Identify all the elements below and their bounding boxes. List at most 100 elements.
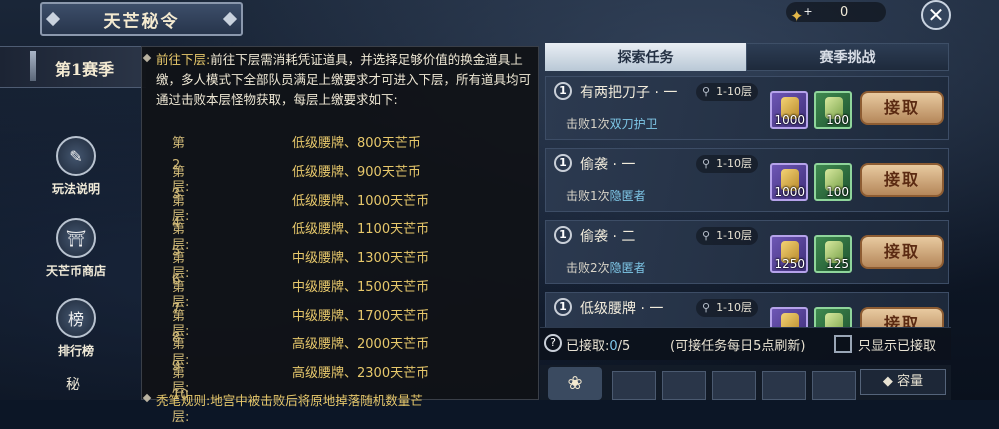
reward-item-token[interactable]: 125 [814, 235, 852, 273]
task-level: 1-10层 [716, 157, 753, 170]
sidebar-item-shop[interactable]: ⛩ 天芒币商店 [36, 218, 116, 279]
sidebar-item-ranking[interactable]: 榜 排行榜 [36, 298, 116, 359]
location-pin-icon: ⚲ [702, 85, 711, 98]
reward-item-coin[interactable] [770, 307, 808, 327]
close-button[interactable]: ✕ [921, 0, 951, 30]
task-level-badge: ⚲ 1-10层 [696, 227, 759, 245]
inventory-slot[interactable] [662, 371, 706, 400]
page-title: 天芒秘令 [40, 2, 243, 36]
floor-requirement: 低级腰牌、900天芒币 [292, 165, 421, 180]
tooltip-intro-text: 前往下层需消耗凭证道具，并选择足够价值的换金道具上缴，多人模式下全部队员满足上缴… [156, 52, 532, 107]
task-number-icon: 1 [554, 82, 572, 100]
task-card: 1 偷袭 · 二 ⚲ 1-10层 击败2次隐匿者 1250 125 接取 [545, 220, 949, 284]
reward-item-token[interactable]: 100 [814, 91, 852, 129]
accept-button[interactable]: 接取 [860, 235, 944, 269]
floor-requirement: 低级腰牌、1000天芒币 [292, 194, 430, 209]
task-card: 1 低级腰牌 · 一 ⚲ 1-10层 接取 [545, 292, 949, 328]
task-number-icon: 1 [554, 154, 572, 172]
inventory-bar: ❀ ◆ 容量 [540, 365, 951, 400]
task-number-icon: 1 [554, 226, 572, 244]
tooltip-description: 前往下层:前往下层需消耗凭证道具，并选择足够价值的换金道具上缴，多人模式下全部队… [156, 50, 534, 110]
capacity-label: 容量 [897, 374, 924, 389]
location-pin-icon: ⚲ [702, 157, 711, 170]
location-pin-icon: ⚲ [702, 229, 711, 242]
floor-requirement: 高级腰牌、2000天芒币 [292, 337, 430, 352]
help-icon[interactable]: ? [544, 334, 562, 352]
reward-quantity: 100 [826, 185, 849, 199]
inventory-slot[interactable] [612, 371, 656, 400]
bullet-icon [142, 393, 152, 403]
tab-season-challenge[interactable]: 赛季挑战 [746, 43, 949, 71]
coin-reward-icon [781, 313, 799, 327]
season-banner: 第1赛季 [0, 46, 146, 88]
inventory-slot[interactable] [812, 371, 856, 400]
task-name: 偷袭 · 二 [580, 229, 636, 245]
task-name: 有两把刀子 · 一 [580, 85, 678, 101]
reward-item-token[interactable]: 100 [814, 163, 852, 201]
season-label: 第1赛季 [55, 60, 115, 79]
task-name: 低级腰牌 · 一 [580, 301, 664, 317]
task-level: 1-10层 [716, 229, 753, 242]
reward-item-coin[interactable]: 1250 [770, 235, 808, 273]
accept-button[interactable]: 接取 [860, 307, 944, 327]
only-show-accepted-checkbox[interactable] [834, 335, 852, 353]
floor-requirement: 高级腰牌、2300天芒币 [292, 366, 430, 381]
tab-bar: 探索任务 赛季挑战 [545, 43, 949, 71]
diamond-icon: ◆ [882, 374, 893, 389]
shop-icon: ⛩ [56, 218, 96, 258]
task-goal: 击败1次双刀护卫 [566, 115, 658, 132]
only-show-accepted-label[interactable]: 只显示已接取 [858, 335, 936, 354]
task-level: 1-10层 [716, 301, 753, 314]
floor-requirement: 中级腰牌、1500天芒币 [292, 280, 430, 295]
task-card: 1 偷袭 · 一 ⚲ 1-10层 击败1次隐匿者 1000 100 接取 [545, 148, 949, 212]
rules-tooltip: 前往下层:前往下层需消耗凭证道具，并选择足够价值的换金道具上缴，多人模式下全部队… [141, 46, 539, 425]
reward-quantity: 1000 [774, 185, 805, 199]
add-currency-icon[interactable]: + [803, 5, 812, 18]
floor-requirement: 中级腰牌、1700天芒币 [292, 309, 430, 324]
task-goal-prefix: 击败2次 [566, 261, 610, 275]
inventory-slot[interactable] [712, 371, 756, 400]
task-level-badge: ⚲ 1-10层 [696, 83, 759, 101]
coin-icon[interactable]: ✦+ [790, 2, 813, 25]
token-reward-icon [825, 313, 843, 327]
scroll-icon: ✎ [56, 136, 96, 176]
task-goal: 击败1次隐匿者 [566, 187, 646, 204]
reward-quantity: 100 [826, 113, 849, 127]
reward-quantity: 1250 [774, 257, 805, 271]
accepted-counter: 已接取:0/5 [566, 335, 630, 354]
reward-item-token[interactable] [814, 307, 852, 327]
task-goal-prefix: 击败1次 [566, 117, 610, 131]
sidebar-item-label: 排行榜 [57, 344, 94, 358]
floor-requirement: 中级腰牌、1300天芒币 [292, 251, 430, 266]
task-level-badge: ⚲ 1-10层 [696, 299, 759, 317]
location-pin-icon: ⚲ [702, 301, 711, 314]
accept-button[interactable]: 接取 [860, 163, 944, 197]
accepted-total: /5 [617, 339, 631, 354]
task-goal-target: 隐匿者 [609, 261, 646, 275]
accepted-count: 0 [609, 339, 618, 354]
currency-display: ✦+ 0 [786, 2, 886, 25]
task-level: 1-10层 [716, 85, 753, 98]
sidebar-item-partial[interactable]: 秘 [66, 374, 80, 394]
refresh-note: (可接任务每日5点刷新) [670, 339, 806, 354]
reward-item-coin[interactable]: 1000 [770, 91, 808, 129]
sword-icon [30, 51, 36, 81]
accepted-label: 已接取: [566, 339, 610, 354]
bullet-icon [142, 53, 152, 63]
sidebar-item-label: 玩法说明 [51, 182, 100, 196]
floor-requirement: 低级腰牌、1100天芒币 [292, 222, 430, 237]
task-level-badge: ⚲ 1-10层 [696, 155, 759, 173]
task-goal: 击败2次隐匿者 [566, 259, 646, 276]
inventory-slot[interactable] [762, 371, 806, 400]
tab-explore-tasks[interactable]: 探索任务 [545, 43, 746, 71]
sidebar-item-label: 天芒币商店 [45, 264, 106, 278]
ranking-icon: 榜 [56, 298, 96, 338]
task-goal-target: 双刀护卫 [609, 117, 658, 131]
bag-icon[interactable]: ❀ [548, 367, 602, 400]
task-goal-prefix: 击败1次 [566, 189, 610, 203]
sidebar-item-rules[interactable]: ✎ 玩法说明 [36, 136, 116, 197]
accept-button[interactable]: 接取 [860, 91, 944, 125]
reward-item-coin[interactable]: 1000 [770, 163, 808, 201]
task-goal-target: 隐匿者 [609, 189, 646, 203]
capacity-button[interactable]: ◆ 容量 [860, 369, 946, 395]
